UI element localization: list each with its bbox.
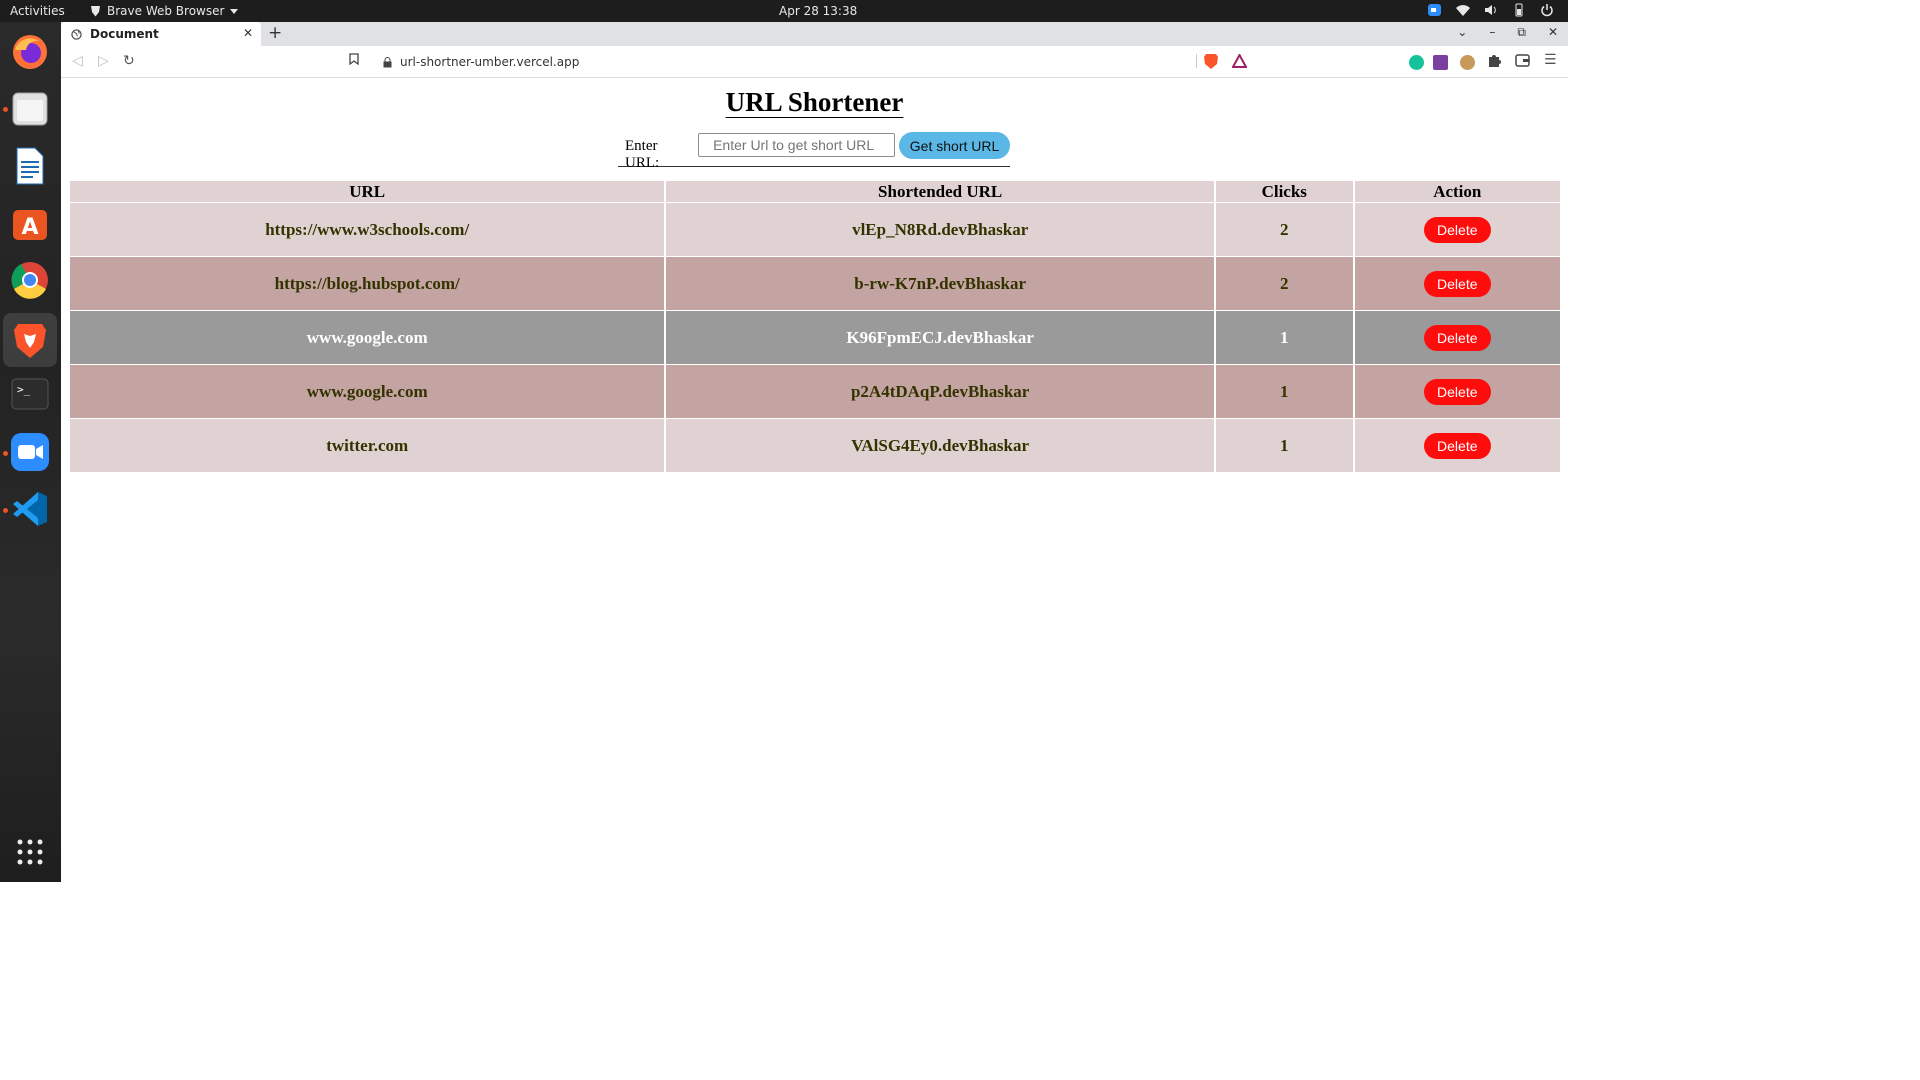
url-cell: www.google.com [70,310,665,364]
svg-text:>_: >_ [17,383,31,396]
action-cell: Delete [1354,256,1560,310]
url-text[interactable]: url-shortner-umber.vercel.app [400,55,579,69]
address-bar[interactable]: url-shortner-umber.vercel.app [373,49,1255,75]
firefox-icon[interactable] [8,30,52,74]
column-header-clicks: Clicks [1215,181,1353,202]
forward-icon[interactable]: ▷ [98,53,109,69]
short-url-cell: b-rw-K7nP.devBhaskar [666,256,1214,310]
zoom-tray-icon[interactable] [1428,3,1442,17]
bookmark-icon[interactable] [349,53,359,69]
column-header-url: URL [70,181,665,202]
action-cell: Delete [1354,418,1560,472]
new-tab-button[interactable]: + [268,23,282,43]
delete-button[interactable]: Delete [1423,324,1491,351]
writer-icon[interactable] [8,144,52,188]
svg-text:A: A [21,215,38,240]
urls-table: URL Shortended URL Clicks Action https:/… [68,181,1562,472]
calendar-extension-icon[interactable] [1433,55,1448,70]
short-url-cell: vlEp_N8Rd.devBhaskar [666,202,1214,256]
back-icon[interactable]: ◁ [72,53,83,69]
activities-button[interactable]: Activities [10,4,65,18]
table-row: www.google.com p2A4tDAqP.devBhaskar 1 De… [70,364,1560,418]
wallet-icon[interactable] [1515,54,1530,71]
tab-search-icon[interactable]: ⌄ [1457,25,1467,40]
url-cell: twitter.com [70,418,665,472]
brave-rewards-icon[interactable] [1231,52,1248,72]
tab-strip: Document ✕ + ⌄ – ⧉ ✕ [61,22,1568,46]
short-url-cell: K96FpmECJ.devBhaskar [666,310,1214,364]
url-input[interactable] [698,133,896,157]
web-page: URL Shortener Enter URL: Get short URL U… [61,79,1568,882]
clicks-cell: 1 [1215,364,1353,418]
close-tab-icon[interactable]: ✕ [243,26,253,40]
clock[interactable]: Apr 28 13:38 [779,4,857,18]
delete-button[interactable]: Delete [1423,216,1491,243]
extensions-puzzle-icon[interactable] [1487,53,1501,71]
reload-icon[interactable]: ↻ [123,53,135,69]
clicks-cell: 2 [1215,202,1353,256]
url-cell: www.google.com [70,364,665,418]
shorten-form: Enter URL: Get short URL [618,132,1010,171]
action-cell: Delete [1354,202,1560,256]
table-row: twitter.com VAlSG4Ey0.devBhaskar 1 Delet… [70,418,1560,472]
power-icon[interactable] [1540,3,1554,17]
clicks-cell: 2 [1215,256,1353,310]
wifi-icon[interactable] [1456,3,1470,17]
action-cell: Delete [1354,310,1560,364]
column-header-action: Action [1354,181,1560,202]
battery-icon[interactable] [1512,3,1526,17]
volume-icon[interactable] [1484,3,1498,17]
tab-document[interactable]: Document ✕ [61,22,261,46]
chrome-icon[interactable] [8,258,52,302]
table-row: https://blog.hubspot.com/ b-rw-K7nP.devB… [70,256,1560,310]
url-cell: https://www.w3schools.com/ [70,202,665,256]
delete-button[interactable]: Delete [1423,378,1491,405]
action-cell: Delete [1354,364,1560,418]
system-tray[interactable] [1428,3,1554,17]
grammarly-icon[interactable] [1409,55,1424,70]
table-header-row: URL Shortended URL Clicks Action [70,181,1560,202]
window-controls: ⌄ – ⧉ ✕ [1457,25,1558,40]
short-url-cell: VAlSG4Ey0.devBhaskar [666,418,1214,472]
delete-button[interactable]: Delete [1423,432,1491,459]
url-cell: https://blog.hubspot.com/ [70,256,665,310]
table-row: www.google.com K96FpmECJ.devBhaskar 1 De… [70,310,1560,364]
minimize-icon[interactable]: – [1489,25,1495,40]
brave-icon[interactable] [3,313,57,367]
files-icon[interactable] [8,87,52,131]
get-short-url-button[interactable]: Get short URL [899,132,1010,159]
browser-toolbar: ◁ ▷ ↻ url-shortner-umber.vercel.app ☰ [61,46,1568,78]
page-title: URL Shortener [725,87,904,117]
app-name: Brave Web Browser [107,4,225,18]
url-label: Enter URL: [625,138,660,171]
menu-icon[interactable]: ☰ [1544,52,1557,68]
restore-icon[interactable]: ⧉ [1517,25,1526,40]
vscode-icon[interactable] [8,487,52,531]
delete-button[interactable]: Delete [1423,270,1491,297]
lock-icon[interactable] [383,56,392,68]
close-window-icon[interactable]: ✕ [1548,25,1558,40]
short-url-cell: p2A4tDAqP.devBhaskar [666,364,1214,418]
zoom-icon[interactable] [8,430,52,474]
system-top-bar: Activities Brave Web Browser Apr 28 13:3… [0,0,1568,22]
tab-title: Document [90,27,159,41]
clicks-cell: 1 [1215,310,1353,364]
column-header-short-url: Shortended URL [666,181,1214,202]
extension-avatar-icon[interactable] [1460,55,1475,70]
terminal-icon[interactable]: >_ [8,372,52,416]
clicks-cell: 1 [1215,418,1353,472]
show-apps-icon[interactable] [8,830,52,874]
globe-icon [71,28,82,40]
dock: A >_ [0,22,61,882]
brave-shields-icon[interactable] [1204,53,1218,73]
brave-small-icon [91,6,100,17]
caret-down-icon [230,8,239,14]
table-row: https://www.w3schools.com/ vlEp_N8Rd.dev… [70,202,1560,256]
app-center-icon[interactable]: A [8,201,52,245]
app-menu[interactable]: Brave Web Browser [90,4,239,18]
